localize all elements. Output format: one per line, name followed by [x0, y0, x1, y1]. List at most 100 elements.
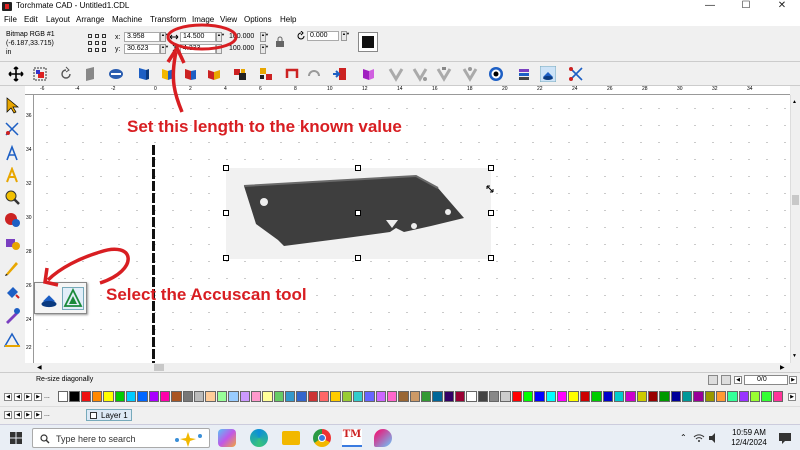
color-swatch[interactable]	[409, 391, 420, 402]
color-swatch[interactable]	[738, 391, 749, 402]
menu-machine[interactable]: Machine	[112, 15, 142, 24]
maximize-button[interactable]: ☐	[728, 0, 764, 13]
resize-handle[interactable]	[355, 210, 361, 216]
color-swatch[interactable]	[330, 391, 341, 402]
layer-prev-button[interactable]: ◀	[14, 411, 22, 419]
ungroup-icon[interactable]	[258, 66, 274, 82]
page-setup-icon[interactable]	[721, 375, 731, 385]
target-icon[interactable]	[488, 66, 504, 82]
rotate-tool-icon[interactable]	[58, 66, 74, 82]
scale-height-spinner[interactable]: ▲▼	[260, 44, 269, 54]
color-swatch[interactable]	[148, 391, 160, 402]
color-swatch[interactable]	[398, 391, 409, 402]
layer-more-icon[interactable]: ...	[44, 411, 50, 418]
color-swatch[interactable]	[625, 391, 636, 402]
height-spinner[interactable]: ▲▼	[216, 44, 225, 54]
color-swatch[interactable]	[455, 391, 466, 402]
page-next-button[interactable]: ▶	[789, 376, 797, 384]
color-swatch[interactable]	[273, 391, 284, 402]
outline-color-swatch[interactable]	[358, 32, 378, 52]
resize-handle[interactable]	[223, 255, 229, 261]
scale-width-field[interactable]: 100.000	[226, 32, 258, 42]
color-swatch[interactable]	[239, 391, 250, 402]
menu-file[interactable]: File	[4, 15, 17, 24]
windows-start-icon[interactable]	[10, 432, 22, 444]
tray-chevron-icon[interactable]: ⌃	[680, 433, 687, 442]
color-swatch[interactable]	[670, 391, 681, 402]
scroll-left-icon[interactable]: ◀	[37, 364, 42, 371]
scroll-up-icon[interactable]: ▲	[792, 99, 797, 105]
resize-handle[interactable]	[355, 255, 361, 261]
color-swatch[interactable]	[69, 391, 80, 402]
palette-last-button[interactable]: ▶	[34, 393, 42, 401]
accuscan-toolbar-icon[interactable]	[540, 66, 556, 82]
layer-next-button[interactable]: ▶	[24, 411, 32, 419]
vertical-scrollbar[interactable]: ▲ ▼	[790, 95, 800, 363]
notification-icon[interactable]	[778, 431, 792, 445]
minimize-button[interactable]: —	[692, 0, 728, 13]
skew-tool-icon[interactable]	[82, 66, 98, 82]
color-swatch[interactable]	[545, 391, 557, 402]
chrome-icon[interactable]	[313, 429, 331, 447]
resize-handle[interactable]	[223, 165, 229, 171]
resize-handle[interactable]	[488, 255, 494, 261]
resize-handle[interactable]	[355, 165, 361, 171]
anchor-point-selector[interactable]	[88, 34, 108, 54]
vertical-scroll-thumb[interactable]	[792, 195, 799, 205]
order-front-icon[interactable]	[182, 66, 198, 82]
mirror-tool-icon[interactable]	[108, 66, 124, 82]
color-swatch[interactable]	[114, 391, 126, 402]
layers-icon[interactable]	[516, 66, 532, 82]
color-swatch[interactable]	[296, 391, 307, 402]
color-swatch[interactable]	[466, 391, 477, 402]
color-swatch[interactable]	[341, 391, 352, 402]
color-swatch[interactable]	[182, 391, 194, 402]
color-swatch[interactable]	[693, 391, 704, 402]
torchmate-taskbar-icon[interactable]: TM	[342, 429, 362, 447]
file-explorer-icon[interactable]	[282, 431, 300, 445]
color-swatch[interactable]	[205, 391, 216, 402]
color-swatch[interactable]	[557, 391, 568, 402]
align-icon[interactable]	[136, 66, 152, 82]
combine-icon[interactable]	[284, 66, 300, 82]
color-swatch[interactable]	[318, 391, 330, 402]
color-swatch[interactable]	[250, 391, 262, 402]
color-swatch[interactable]	[704, 391, 715, 402]
y-position-field[interactable]: 30.623	[124, 44, 160, 54]
edge-browser-icon[interactable]	[250, 429, 268, 447]
volume-icon[interactable]	[708, 433, 718, 443]
color-swatch[interactable]	[171, 391, 182, 402]
color-swatch[interactable]	[659, 391, 670, 402]
scroll-right-icon[interactable]: ▶	[780, 364, 785, 371]
fill-tool-icon[interactable]	[4, 283, 21, 300]
eyedropper-tool-icon[interactable]	[4, 307, 21, 324]
resize-handle[interactable]	[223, 210, 229, 216]
trace-tool-button[interactable]	[62, 287, 84, 310]
trim-icon[interactable]	[360, 66, 376, 82]
page-prev-button[interactable]: ◀	[734, 376, 742, 384]
order-back-icon[interactable]	[206, 66, 222, 82]
scale-height-field[interactable]: 100.000	[226, 44, 258, 54]
width-spinner[interactable]: ▲▼	[216, 32, 225, 42]
color-swatch[interactable]	[534, 391, 545, 402]
height-field[interactable]: 4.333	[180, 44, 216, 54]
layer-first-button[interactable]: ◀	[4, 411, 12, 419]
layer-tab[interactable]: Layer 1	[86, 409, 132, 421]
color-swatch[interactable]	[58, 391, 69, 402]
color-swatch[interactable]	[103, 391, 114, 402]
artistic-text-icon[interactable]	[4, 167, 21, 184]
color-swatch[interactable]	[772, 391, 783, 402]
ellipse-tool-icon[interactable]	[4, 211, 21, 228]
layer-last-button[interactable]: ▶	[34, 411, 42, 419]
color-swatch[interactable]	[126, 391, 137, 402]
color-swatch[interactable]	[80, 391, 92, 402]
color-swatch[interactable]	[386, 391, 398, 402]
color-swatch[interactable]	[364, 391, 375, 402]
color-swatch[interactable]	[284, 391, 296, 402]
color-swatch[interactable]	[749, 391, 761, 402]
outline-tool-icon[interactable]	[4, 331, 21, 348]
color-swatch[interactable]	[568, 391, 579, 402]
zoom-tool-icon[interactable]	[4, 189, 21, 206]
x-spinner[interactable]: ▲▼	[160, 32, 169, 42]
text-tool-icon[interactable]	[4, 145, 21, 162]
